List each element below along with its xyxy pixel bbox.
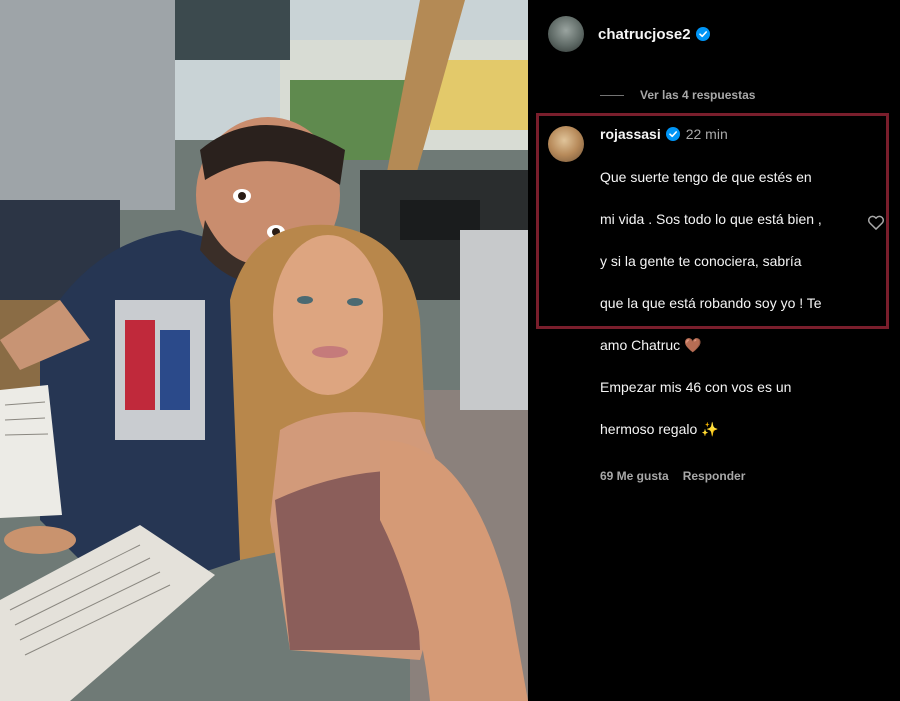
comment-line: y si la gente te conociera, sabría bbox=[600, 253, 802, 269]
comment-header: rojassasi 22 min bbox=[600, 124, 870, 144]
comment-line: amo Chatruc 🤎 bbox=[600, 337, 702, 353]
comment-line: hermoso regalo ✨ bbox=[600, 421, 719, 437]
selfie-photo bbox=[0, 0, 528, 701]
replies-divider bbox=[600, 94, 624, 96]
comment-line: que la que está robando soy yo ! Te bbox=[600, 295, 822, 311]
comment-body: rojassasi 22 min Que suerte tengo de que… bbox=[600, 124, 870, 483]
like-count[interactable]: 69 Me gusta bbox=[600, 469, 669, 483]
view-replies-button[interactable]: Ver las 4 respuestas bbox=[600, 88, 755, 102]
comment-time: 22 min bbox=[685, 126, 728, 142]
verified-badge-icon bbox=[665, 127, 680, 141]
verified-badge-icon bbox=[695, 27, 710, 41]
post-photo[interactable] bbox=[0, 0, 528, 701]
post-header: chatrucjose2 bbox=[548, 14, 710, 54]
comment-line: mi vida . Sos todo lo que está bien , bbox=[600, 211, 822, 227]
commenter-username[interactable]: rojassasi bbox=[600, 124, 661, 144]
author-avatar[interactable] bbox=[548, 16, 584, 52]
comment-text: Que suerte tengo de que estés en mi vida… bbox=[600, 146, 870, 461]
comment-line: Que suerte tengo de que estés en bbox=[600, 169, 812, 185]
reply-button[interactable]: Responder bbox=[683, 469, 746, 483]
commenter-avatar[interactable] bbox=[548, 126, 584, 162]
view-replies-label: Ver las 4 respuestas bbox=[640, 88, 756, 102]
comment-line: Empezar mis 46 con vos es un bbox=[600, 379, 792, 395]
author-username[interactable]: chatrucjose2 bbox=[598, 26, 691, 43]
heart-outline-icon[interactable] bbox=[866, 212, 886, 232]
comment-meta: 69 Me gusta Responder bbox=[600, 469, 870, 483]
